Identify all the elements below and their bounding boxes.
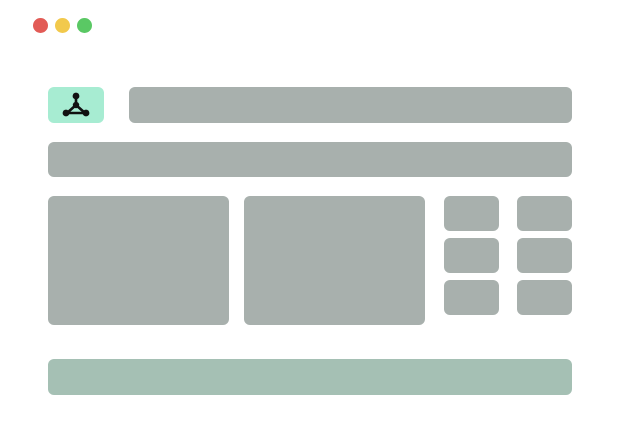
content-card-1 — [48, 196, 229, 325]
tile-6 — [517, 280, 572, 315]
tile-4 — [517, 238, 572, 273]
network-nodes-icon — [62, 92, 90, 117]
footer-bar-placeholder — [48, 359, 572, 395]
toolbar-placeholder — [48, 142, 572, 177]
window-controls — [33, 18, 92, 33]
tile-5 — [444, 280, 499, 315]
tile-2 — [517, 196, 572, 231]
app-window — [0, 0, 622, 444]
app-logo[interactable] — [48, 87, 104, 123]
close-button[interactable] — [33, 18, 48, 33]
tile-1 — [444, 196, 499, 231]
tile-3 — [444, 238, 499, 273]
maximize-button[interactable] — [77, 18, 92, 33]
header-bar-placeholder — [129, 87, 572, 123]
content-card-2 — [244, 196, 425, 325]
minimize-button[interactable] — [55, 18, 70, 33]
